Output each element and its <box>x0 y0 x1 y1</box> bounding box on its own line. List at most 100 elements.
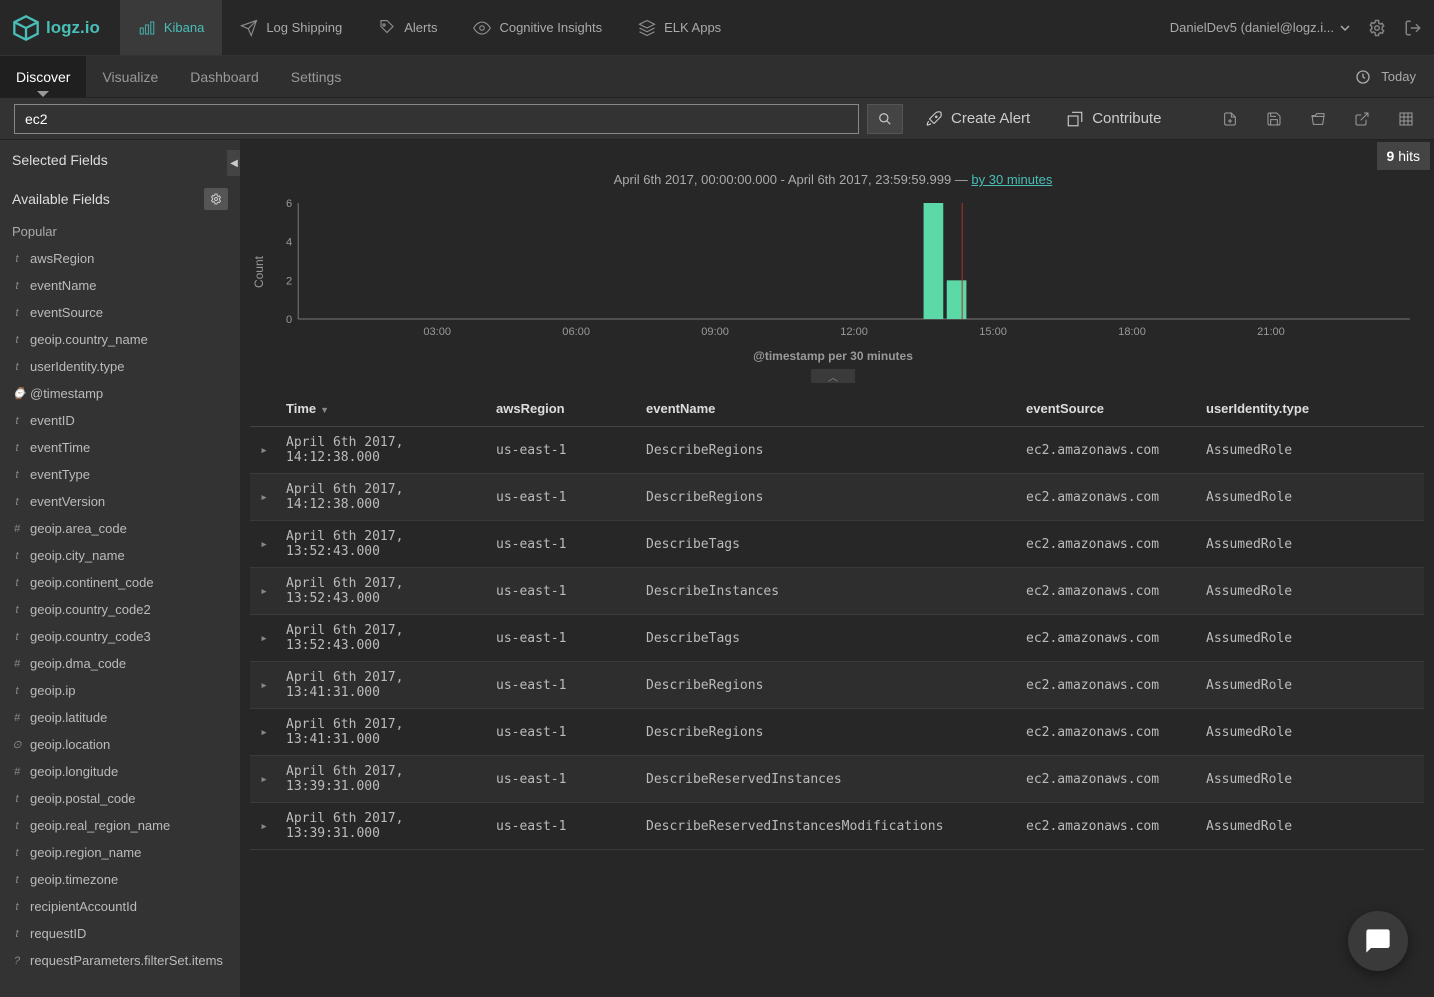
search-icon <box>878 112 892 126</box>
field-requestID[interactable]: trequestID <box>0 920 240 947</box>
table-row[interactable]: ▸April 6th 2017, 13:52:43.000us-east-1De… <box>250 568 1424 615</box>
expand-row[interactable]: ▸ <box>250 568 278 615</box>
field-eventType[interactable]: teventType <box>0 461 240 488</box>
tab-settings[interactable]: Settings <box>275 56 358 97</box>
chat-icon <box>1364 927 1392 955</box>
field-eventSource[interactable]: teventSource <box>0 299 240 326</box>
brand-logo[interactable]: logz.io <box>12 14 120 42</box>
interval-link[interactable]: by 30 minutes <box>971 172 1052 187</box>
field-recipientAccountId[interactable]: trecipientAccountId <box>0 893 240 920</box>
field-geoip-continent_code[interactable]: tgeoip.continent_code <box>0 569 240 596</box>
svg-text:06:00: 06:00 <box>562 326 590 338</box>
col-eventSource[interactable]: eventSource <box>1018 391 1198 427</box>
expand-row[interactable]: ▸ <box>250 662 278 709</box>
expand-row[interactable]: ▸ <box>250 427 278 474</box>
expand-row[interactable]: ▸ <box>250 615 278 662</box>
grid-icon[interactable] <box>1398 111 1414 127</box>
expand-row[interactable]: ▸ <box>250 803 278 850</box>
field-geoip-country_code3[interactable]: tgeoip.country_code3 <box>0 623 240 650</box>
field-eventVersion[interactable]: teventVersion <box>0 488 240 515</box>
field-userIdentity-type[interactable]: tuserIdentity.type <box>0 353 240 380</box>
tab-discover[interactable]: Discover <box>0 56 86 97</box>
sidebar-collapse[interactable]: ◀ <box>227 150 240 176</box>
field-geoip-country_name[interactable]: tgeoip.country_name <box>0 326 240 353</box>
field-type-icon: t <box>12 820 22 832</box>
nav-elk-apps[interactable]: ELK Apps <box>620 0 739 55</box>
col-Time[interactable]: Time▼ <box>278 391 488 427</box>
field-geoip-timezone[interactable]: tgeoip.timezone <box>0 866 240 893</box>
field-eventTime[interactable]: teventTime <box>0 434 240 461</box>
table-row[interactable]: ▸April 6th 2017, 13:41:31.000us-east-1De… <box>250 662 1424 709</box>
intercom-button[interactable] <box>1348 911 1408 971</box>
logout-icon[interactable] <box>1404 19 1422 37</box>
field-type-icon: t <box>12 847 22 859</box>
contribute-button[interactable]: Contribute <box>1052 110 1175 128</box>
field-eventName[interactable]: teventName <box>0 272 240 299</box>
field-geoip-area_code[interactable]: #geoip.area_code <box>0 515 240 542</box>
nav-kibana[interactable]: Kibana <box>120 0 222 55</box>
hits-badge: 9 hits <box>1377 142 1430 170</box>
field-type-icon: ⊙ <box>12 738 22 751</box>
create-alert-button[interactable]: Create Alert <box>911 110 1044 128</box>
col-eventName[interactable]: eventName <box>638 391 1018 427</box>
expand-row[interactable]: ▸ <box>250 474 278 521</box>
table-row[interactable]: ▸April 6th 2017, 14:12:38.000us-east-1De… <box>250 427 1424 474</box>
histogram-chart[interactable]: 024603:0006:0009:0012:0015:0018:0021:00 <box>268 197 1416 347</box>
gear-icon[interactable] <box>1368 19 1386 37</box>
chart-expand-handle[interactable]: ︿ <box>811 369 855 383</box>
field-geoip-longitude[interactable]: #geoip.longitude <box>0 758 240 785</box>
field-type-icon: t <box>12 631 22 643</box>
table-row[interactable]: ▸April 6th 2017, 13:39:31.000us-east-1De… <box>250 803 1424 850</box>
table-row[interactable]: ▸April 6th 2017, 13:52:43.000us-east-1De… <box>250 615 1424 662</box>
tab-dashboard[interactable]: Dashboard <box>174 56 275 97</box>
available-fields-header[interactable]: Available Fields <box>0 176 240 218</box>
new-icon[interactable] <box>1222 111 1238 127</box>
field-geoip-ip[interactable]: tgeoip.ip <box>0 677 240 704</box>
table-row[interactable]: ▸April 6th 2017, 13:52:43.000us-east-1De… <box>250 521 1424 568</box>
field-eventID[interactable]: teventID <box>0 407 240 434</box>
field-geoip-postal_code[interactable]: tgeoip.postal_code <box>0 785 240 812</box>
selected-fields-header[interactable]: Selected Fields <box>0 140 240 176</box>
svg-text:03:00: 03:00 <box>423 326 451 338</box>
expand-row[interactable]: ▸ <box>250 521 278 568</box>
field-type-icon: t <box>12 685 22 697</box>
query-input[interactable] <box>14 104 859 134</box>
table-row[interactable]: ▸April 6th 2017, 14:12:38.000us-east-1De… <box>250 474 1424 521</box>
field-@timestamp[interactable]: ⌚@timestamp <box>0 380 240 407</box>
chart-caption: April 6th 2017, 00:00:00.000 - April 6th… <box>250 172 1416 187</box>
field-geoip-dma_code[interactable]: #geoip.dma_code <box>0 650 240 677</box>
nav-log-shipping[interactable]: Log Shipping <box>222 0 360 55</box>
field-geoip-location[interactable]: ⊙geoip.location <box>0 731 240 758</box>
col-userIdentity-type[interactable]: userIdentity.type <box>1198 391 1424 427</box>
hits-count: 9 <box>1387 148 1395 164</box>
svg-text:09:00: 09:00 <box>701 326 729 338</box>
field-type-icon: t <box>12 577 22 589</box>
fields-settings-button[interactable] <box>204 188 228 210</box>
table-row[interactable]: ▸April 6th 2017, 13:39:31.000us-east-1De… <box>250 756 1424 803</box>
nav-alerts[interactable]: Alerts <box>360 0 455 55</box>
svg-text:6: 6 <box>286 198 292 210</box>
field-geoip-region_name[interactable]: tgeoip.region_name <box>0 839 240 866</box>
search-button[interactable] <box>867 104 903 134</box>
field-type-icon: t <box>12 415 22 427</box>
time-picker[interactable]: Today <box>1355 69 1434 85</box>
field-awsRegion[interactable]: tawsRegion <box>0 245 240 272</box>
field-geoip-real_region_name[interactable]: tgeoip.real_region_name <box>0 812 240 839</box>
field-geoip-city_name[interactable]: tgeoip.city_name <box>0 542 240 569</box>
toolbar-icons <box>1222 111 1420 127</box>
tab-visualize[interactable]: Visualize <box>86 56 174 97</box>
field-requestParameters-filterSet-items[interactable]: ?requestParameters.filterSet.items <box>0 947 240 974</box>
col-awsRegion[interactable]: awsRegion <box>488 391 638 427</box>
open-icon[interactable] <box>1310 111 1326 127</box>
expand-row[interactable]: ▸ <box>250 756 278 803</box>
save-icon[interactable] <box>1266 111 1282 127</box>
nav-cognitive-insights[interactable]: Cognitive Insights <box>455 0 620 55</box>
contribute-label: Contribute <box>1092 110 1161 127</box>
chart-xlabel: @timestamp per 30 minutes <box>250 349 1416 363</box>
field-geoip-country_code2[interactable]: tgeoip.country_code2 <box>0 596 240 623</box>
expand-row[interactable]: ▸ <box>250 709 278 756</box>
external-link-icon[interactable] <box>1354 111 1370 127</box>
user-menu[interactable]: DanielDev5 (daniel@logz.i... <box>1170 20 1350 35</box>
table-row[interactable]: ▸April 6th 2017, 13:41:31.000us-east-1De… <box>250 709 1424 756</box>
field-geoip-latitude[interactable]: #geoip.latitude <box>0 704 240 731</box>
